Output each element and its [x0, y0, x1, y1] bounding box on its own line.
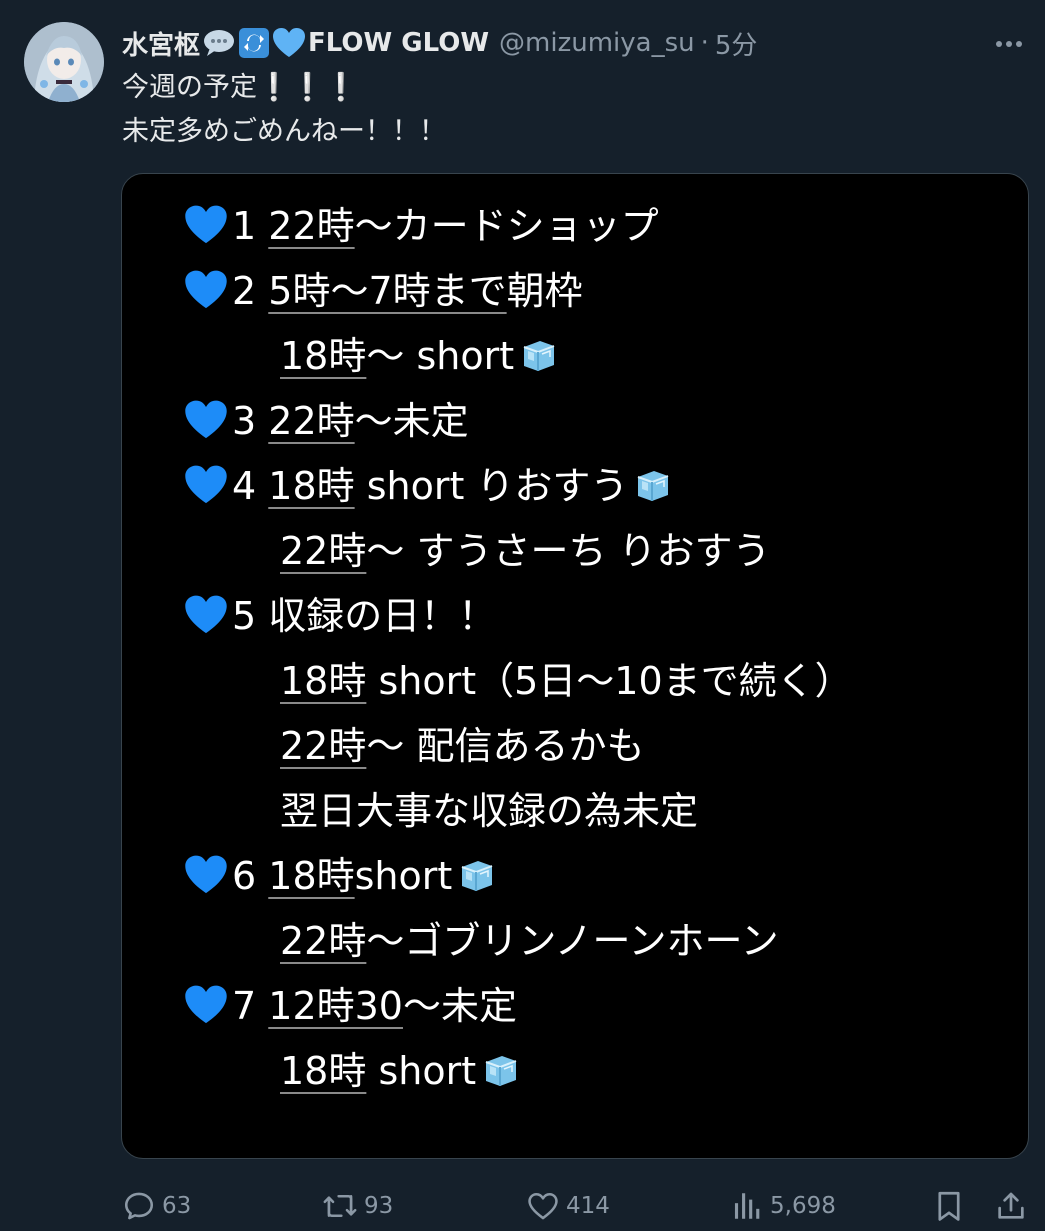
tweet-text: 今週の予定❕❕❕ 未定多めごめんねー！！！	[122, 66, 446, 154]
user-handle[interactable]: @mizumiya_su	[499, 28, 695, 58]
blue-heart-icon	[272, 27, 306, 59]
schedule-time: 22時	[268, 399, 355, 443]
schedule-time: 18時	[280, 334, 367, 378]
schedule-time: 18時	[280, 1049, 367, 1093]
schedule-text: 収録の日！！	[268, 594, 497, 638]
schedule-text: 〜 すうさーち りおすう	[366, 529, 771, 573]
avatar-image	[24, 22, 104, 102]
blue-heart-icon	[184, 854, 232, 898]
speech-bubble-emoji-icon	[202, 28, 236, 58]
schedule-sub-line: 18時 short（5日〜10まで続く）	[280, 657, 853, 705]
reply-count: 63	[162, 1193, 192, 1219]
ice-cube-icon	[452, 854, 494, 898]
schedule-text: 〜 配信あるかも	[366, 724, 645, 768]
schedule-sub-line: 18時〜 short	[280, 332, 556, 380]
repeat-button-emoji-icon	[238, 27, 270, 59]
schedule-day-line: 5 収録の日！！	[184, 592, 496, 640]
schedule-time: 18時	[268, 464, 355, 508]
ice-cube-icon	[476, 1049, 518, 1093]
display-name[interactable]: 水宮枢	[122, 25, 200, 62]
schedule-text: short りおすう	[354, 464, 629, 508]
schedule-text: 朝枠	[506, 269, 583, 313]
schedule-time: 22時	[280, 919, 367, 963]
separator-dot: ·	[700, 28, 709, 58]
schedule-text: 〜未定	[354, 399, 469, 443]
schedule-sub-line: 18時 short	[280, 1047, 518, 1095]
retweet-icon	[323, 1195, 357, 1217]
ice-cube-icon	[514, 334, 556, 378]
day-number: 1	[232, 204, 269, 248]
more-options-button[interactable]	[991, 26, 1027, 62]
ice-cube-icon	[628, 464, 670, 508]
reply-icon	[124, 1192, 154, 1220]
schedule-sub-line: 翌日大事な収録の為未定	[280, 787, 698, 835]
schedule-text: 〜ゴブリンノーンホーン	[366, 919, 779, 963]
like-count: 414	[566, 1193, 610, 1219]
tweet-text-line: 未定多めごめんねー！！！	[122, 116, 446, 147]
schedule-time: 18時	[280, 659, 367, 703]
bookmark-icon	[938, 1191, 960, 1221]
views-chart-icon	[734, 1193, 760, 1219]
retweet-count: 93	[364, 1193, 394, 1219]
day-number: 4	[232, 464, 269, 508]
schedule-sub-line: 22時〜 配信あるかも	[280, 722, 644, 770]
brand-name: FLOW GLOW	[308, 28, 490, 58]
share-icon	[998, 1192, 1024, 1219]
schedule-text: short（5日〜10まで続く）	[366, 659, 853, 703]
schedule-time: 22時	[280, 724, 367, 768]
schedule-text: 〜 short	[366, 334, 515, 378]
avatar[interactable]	[24, 22, 104, 102]
schedule-text: 〜カードショップ	[354, 204, 659, 248]
blue-heart-icon	[184, 399, 232, 443]
like-button[interactable]: 414	[526, 1184, 610, 1228]
bookmark-button[interactable]	[932, 1184, 966, 1228]
blue-heart-icon	[184, 269, 232, 313]
schedule-sub-line: 22時〜 すうさーち りおすう	[280, 527, 771, 575]
schedule-time: 5時〜7時まで	[268, 269, 507, 313]
action-bar: 63 93 414 5,698	[0, 1184, 1045, 1228]
like-heart-icon	[528, 1192, 558, 1220]
tweet: 水宮枢 FLOW GLOW @mizumiya_su · 5分 今週の予定❕❕❕…	[0, 0, 1045, 1231]
schedule-day-line: 4 18時 short りおすう	[184, 462, 670, 510]
schedule-day-line: 1 22時〜カードショップ	[184, 202, 659, 250]
schedule-text: 〜未定	[402, 984, 517, 1028]
schedule-time: 18時	[268, 854, 355, 898]
more-dots-icon	[996, 41, 1022, 47]
schedule-time: 22時	[268, 204, 355, 248]
day-number: 7	[232, 984, 269, 1028]
tweet-header: 水宮枢 FLOW GLOW @mizumiya_su · 5分	[122, 24, 757, 62]
share-button[interactable]	[994, 1184, 1028, 1228]
schedule-text: 翌日大事な収録の為未定	[280, 789, 699, 833]
views-count: 5,698	[770, 1193, 836, 1219]
tweet-image[interactable]: 1 22時〜カードショップ 2 5時〜7時まで朝枠 18時〜 short 3 22時〜…	[121, 173, 1029, 1159]
schedule-day-line: 2 5時〜7時まで朝枠	[184, 267, 583, 315]
reply-button[interactable]: 63	[122, 1184, 191, 1228]
schedule-text: short	[354, 854, 453, 898]
blue-heart-icon	[184, 464, 232, 508]
day-number: 3	[232, 399, 269, 443]
views-button[interactable]: 5,698	[730, 1184, 836, 1228]
blue-heart-icon	[184, 984, 232, 1028]
schedule-text: short	[366, 1049, 477, 1093]
blue-heart-icon	[184, 594, 232, 638]
tweet-time[interactable]: 5分	[715, 25, 758, 62]
tweet-text-line: 今週の予定❕❕❕	[122, 72, 358, 103]
schedule-time: 12時30	[268, 984, 403, 1028]
day-number: 6	[232, 854, 269, 898]
schedule-time: 22時	[280, 529, 367, 573]
schedule-day-line: 6 18時short	[184, 852, 494, 900]
blue-heart-icon	[184, 204, 232, 248]
retweet-button[interactable]: 93	[322, 1184, 393, 1228]
day-number: 5	[232, 594, 269, 638]
schedule-day-line: 7 12時30〜未定	[184, 982, 517, 1030]
day-number: 2	[232, 269, 269, 313]
schedule-day-line: 3 22時〜未定	[184, 397, 469, 445]
schedule-sub-line: 22時〜ゴブリンノーンホーン	[280, 917, 779, 965]
